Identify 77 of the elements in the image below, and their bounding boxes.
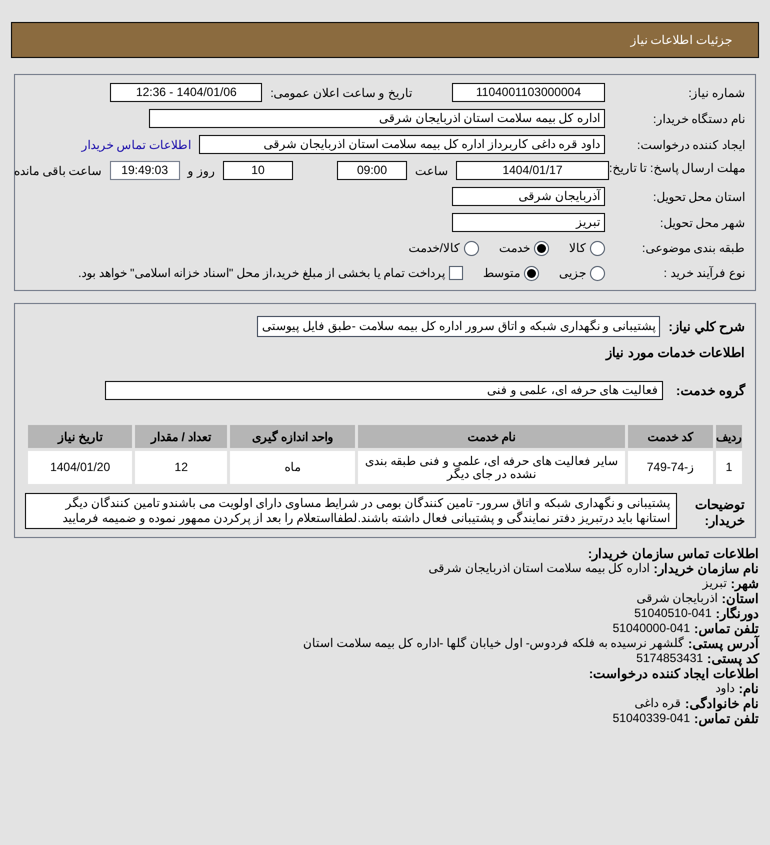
field-value: 10 <box>222 161 293 180</box>
field-value: فعالیت های حرفه ای، علمی و فنی <box>105 380 663 400</box>
contact-value: اذربایجان شرقی <box>636 591 718 606</box>
table-cell: 1 <box>714 450 744 486</box>
header-title: جزئیات اطلاعات نیاز <box>630 32 732 49</box>
radio-label: جزیی <box>559 265 586 282</box>
countdown: 19:49:03 <box>110 161 180 180</box>
contact-heading: اطلاعات ایجاد کننده درخواست: <box>588 666 759 681</box>
contact-label: آدرس پستی: <box>688 636 759 651</box>
field-value: 1104001103000004 <box>452 83 605 102</box>
field-label: ساعت باقی مانده <box>14 162 102 180</box>
field-label: ایجاد کننده درخواست: <box>636 136 745 154</box>
radio-button[interactable] <box>590 240 605 256</box>
column-header: واحد اندازه گیری <box>228 424 356 450</box>
contact-value: داود <box>716 681 735 696</box>
contact-value: اداره کل بیمه سلامت استان اذربایجان شرقی <box>428 561 650 576</box>
contact-link[interactable]: اطلاعات تماس خریدار <box>81 136 191 154</box>
field-label: ساعت <box>414 162 448 180</box>
field-value: 1404/01/17 <box>456 161 609 180</box>
table-cell: ماه <box>228 450 356 486</box>
field-label: تاریخ و ساعت اعلان عمومی: <box>270 84 412 102</box>
contact-value: قره داغی <box>634 696 682 711</box>
contact-value: تبریز <box>702 576 727 591</box>
field-value: داود قره داغی کاربرداز اداره کل بیمه سلامت استان اذربایجان شرقی <box>199 135 605 154</box>
contact-label: تلفن تماس: <box>694 621 759 636</box>
section-heading: اطلاعات خدمات مورد نیاز <box>604 344 745 362</box>
field-label: توضیحات خریدار: <box>694 497 745 529</box>
contact-label: استان: <box>722 591 759 606</box>
field-value: پشتیبانی و نگهداری شبکه و اتاق سرور اداره کل بیمه سلامت -طبق فایل پیوستی <box>257 316 660 337</box>
contact-value: 5174853431 <box>636 651 704 666</box>
contact-label: نام سازمان خریدار: <box>653 561 759 576</box>
field-label: مهلت ارسال پاسخ: تا تاریخ: <box>608 161 745 176</box>
contact-value: گلشهر نرسیده به فلکه فردوس- اول خیابان گلها -اداره کل بیمه سلامت استان <box>303 636 684 651</box>
field-label: شماره نیاز: <box>687 84 745 102</box>
contact-label: نام: <box>738 681 759 696</box>
contact-label: تلفن تماس: <box>694 711 759 726</box>
contact-value: 51040000-041 <box>612 621 690 636</box>
field-label: گروه خدمت: <box>675 382 745 400</box>
radio-label: خدمت <box>499 240 530 257</box>
radio-button[interactable] <box>464 240 479 256</box>
checkbox-label: پرداخت تمام یا بخشی از مبلغ خرید،از محل "اسناد خزانه اسلامی" خواهد بود. <box>78 265 445 282</box>
contact-label: نام خانوادگی: <box>685 696 759 711</box>
radio-label: کالا/خدمت <box>408 240 460 257</box>
notes-box: پشتیبانی و نگهداری شبکه و اتاق سرور- تامین کنندگان بومی در شرایط مساوی دارای اولویت می باشندو تامین کنندگان دیگر استانها باید درتبریز دفتر نمایندگی و پشتیبانی فعال داشته باشند.لطفااستعلام را بعد از پرکردن ممهور نموده و ضمیمه فرمایید <box>25 493 677 529</box>
field-label: نوع فرآیند خرید : <box>662 265 745 282</box>
contact-label: کد پستی: <box>707 651 759 666</box>
contact-value: 51040510-041 <box>634 606 712 621</box>
field-label: شهر محل تحویل: <box>658 214 745 232</box>
radio-button[interactable] <box>534 240 549 256</box>
table-cell: ز-74-749 <box>626 450 714 486</box>
checkbox[interactable] <box>449 266 463 280</box>
field-value: اداره کل بیمه سلامت استان اذربایجان شرقی <box>149 109 605 128</box>
radio-button[interactable] <box>524 266 539 280</box>
radio-label: متوسط <box>483 265 520 282</box>
contact-label: دورنگار: <box>716 606 759 621</box>
radio-label: کالا <box>569 240 586 257</box>
column-header: تاریخ نیاز <box>26 424 134 450</box>
contact-label: شهر: <box>730 576 759 591</box>
table-cell: 12 <box>134 450 229 486</box>
field-value: تبریز <box>452 213 605 232</box>
table-cell: سایر فعالیت های حرفه ای، علمی و فنی طبقه بندی نشده در جای دیگر <box>356 450 626 486</box>
column-header: تعداد / مقدار <box>134 424 229 450</box>
field-label: طبقه بندی موضوعی: <box>640 240 745 257</box>
field-label: استان محل تحویل: <box>652 188 745 206</box>
field-label: شرح کلي نياز: <box>668 318 745 336</box>
field-label: روز و <box>188 162 215 180</box>
table-cell: 1404/01/20 <box>26 450 134 486</box>
column-header: ردیف <box>714 424 744 450</box>
radio-button[interactable] <box>590 266 605 280</box>
contact-heading: اطلاعات تماس سازمان خریدار: <box>586 546 759 561</box>
field-value: آذربایجان شرقی <box>452 187 605 206</box>
field-label: نام دستگاه خریدار: <box>652 110 745 128</box>
field-value: 1404/01/06 - 12:36 <box>110 83 262 102</box>
field-value: 09:00 <box>336 161 407 180</box>
column-header: نام خدمت <box>356 424 626 450</box>
column-header: کد خدمت <box>626 424 714 450</box>
contact-value: 51040339-041 <box>612 711 690 726</box>
